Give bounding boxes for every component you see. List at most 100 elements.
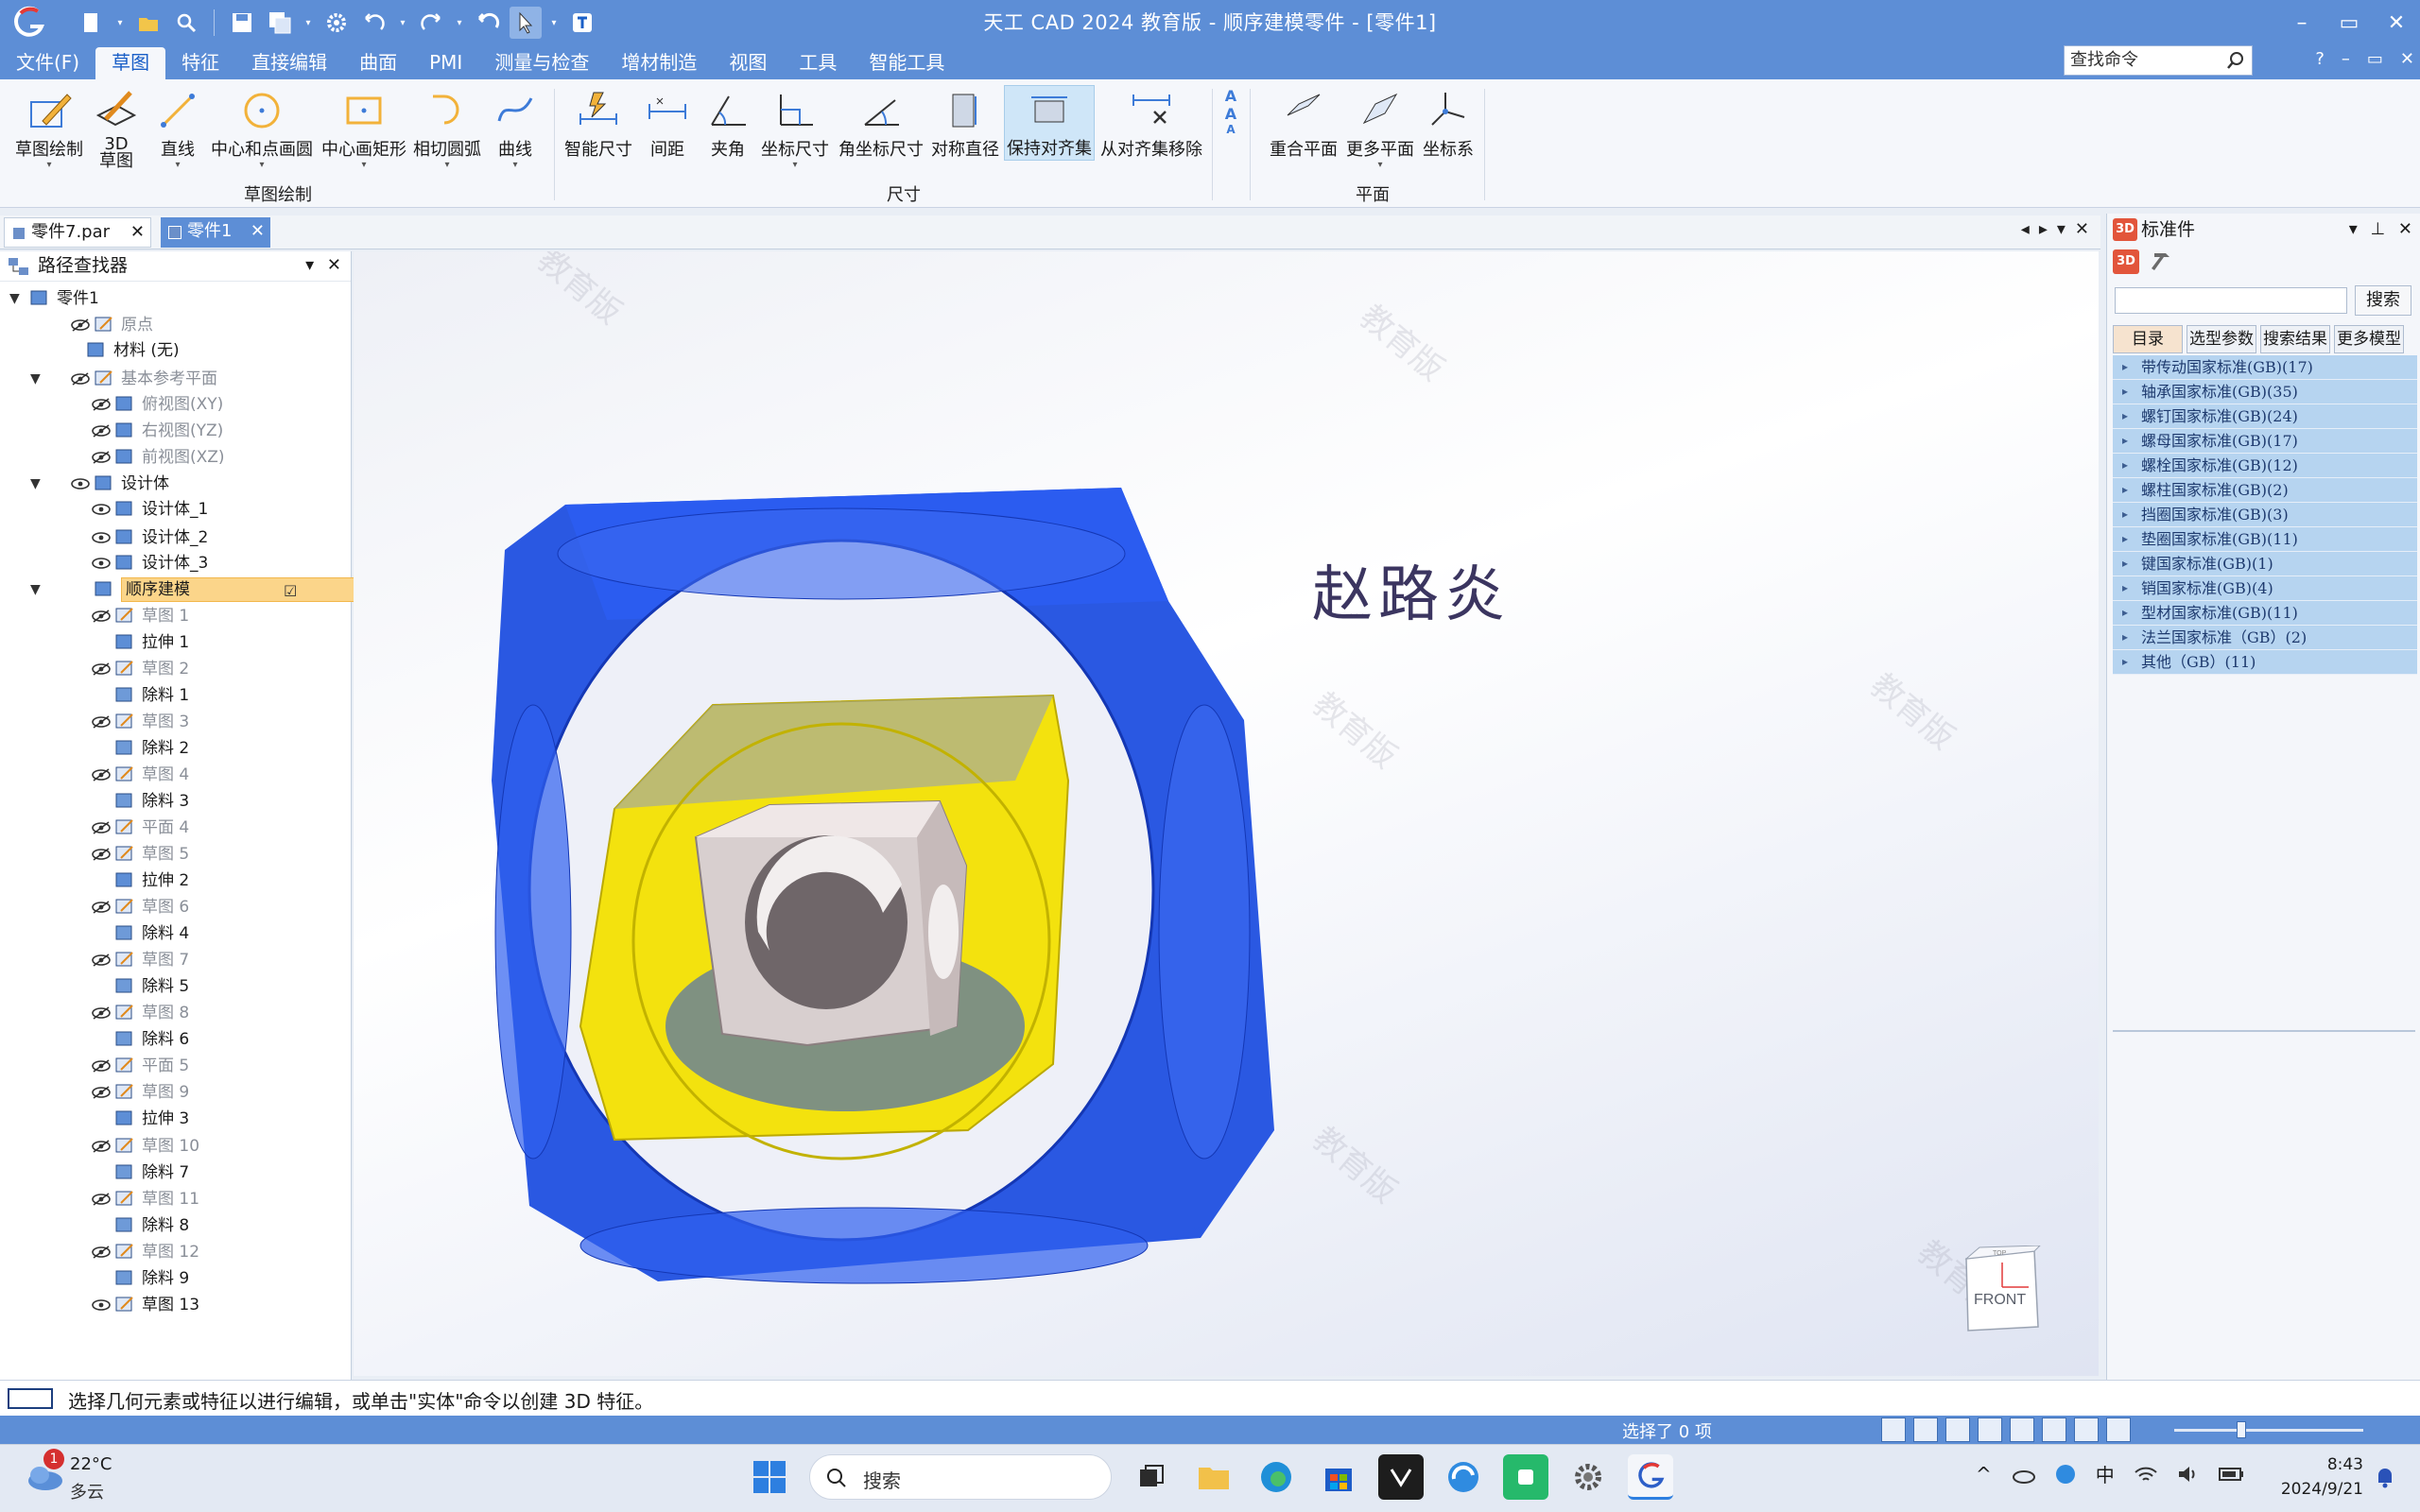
zoom-fit-icon[interactable] (1913, 1418, 1938, 1442)
menu-tab-sketch[interactable]: 草图 (95, 47, 166, 79)
doc-restore-button[interactable]: ▭ (2367, 49, 2383, 69)
edge-tray-icon[interactable] (2054, 1463, 2077, 1486)
tab-close-icon[interactable]: ✕ (130, 218, 145, 247)
tree-item[interactable]: 草图 9 (0, 1079, 350, 1106)
tree-item[interactable]: 拉伸 3 (0, 1106, 350, 1132)
tool-coordinate-dimension[interactable]: 坐标尺寸 ▾ (760, 87, 830, 170)
visibility-eye-icon[interactable] (91, 603, 112, 629)
expand-toggle-icon[interactable]: ▼ (30, 471, 43, 497)
tree-item[interactable]: 原点 (0, 312, 350, 338)
visibility-eye-icon[interactable] (91, 841, 112, 868)
help-button[interactable]: ? (2315, 49, 2325, 69)
tool-angle[interactable]: 夹角 (703, 87, 752, 161)
pane-options-icon[interactable]: ▾ (305, 255, 314, 275)
parts-search-button[interactable]: 搜索 (2355, 285, 2411, 316)
parts-search-input[interactable] (2115, 287, 2347, 314)
tab-close-icon[interactable]: ✕ (251, 217, 265, 246)
tree-item[interactable]: 前视图(XZ) (0, 444, 350, 471)
parts-tab-selection[interactable]: 选型参数 (2187, 325, 2256, 353)
onedrive-cloud-icon[interactable] (2011, 1465, 2035, 1484)
notification-bell-icon[interactable] (2375, 1466, 2395, 1488)
hammer-icon[interactable] (2149, 249, 2175, 274)
tool-symmetric-diameter[interactable]: 对称直径 (930, 87, 1000, 161)
doc-tab-part7[interactable]: 零件7.par ✕ (4, 217, 151, 248)
tree-item[interactable]: 设计体_2 (0, 524, 350, 551)
volume-icon[interactable] (2177, 1465, 2200, 1484)
parts-category-item[interactable]: 螺母国家标准(GB)(17) (2113, 429, 2417, 454)
tool-distance[interactable]: 间距 (643, 87, 692, 161)
shading-icon[interactable] (2106, 1418, 2131, 1442)
tree-item[interactable]: 草图 10 (0, 1133, 350, 1160)
app-icon-dark[interactable] (1378, 1454, 1424, 1500)
settings-icon[interactable] (1565, 1454, 1611, 1500)
edge-dev-icon[interactable] (1441, 1454, 1486, 1500)
tree-item[interactable]: ▼ 顺序建模 ☑ (0, 576, 376, 603)
visibility-eye-icon[interactable] (91, 524, 112, 551)
visibility-eye-icon[interactable] (91, 656, 112, 682)
tool-sketch-draw[interactable]: 草图绘制 ▾ (9, 87, 89, 170)
visibility-eye-icon[interactable] (91, 496, 112, 523)
visibility-eye-icon[interactable] (91, 762, 112, 788)
visibility-eye-icon[interactable] (91, 815, 112, 841)
tree-item[interactable]: ▼ 零件1 (0, 285, 350, 312)
pane-options-icon[interactable]: ▾ (2349, 219, 2358, 239)
tool-keep-alignment-set[interactable]: 保持对齐集 (1004, 85, 1095, 161)
tree-item[interactable]: 除料 9 (0, 1265, 350, 1292)
expand-toggle-icon[interactable]: ▼ (9, 285, 23, 312)
search-icon[interactable] (2225, 50, 2246, 71)
visibility-eye-icon[interactable] (91, 709, 112, 735)
expand-toggle-icon[interactable]: ▼ (30, 366, 43, 392)
menu-tab-measure[interactable]: 测量与检查 (478, 45, 605, 79)
tree-item[interactable]: 草图 4 (0, 762, 350, 788)
tool-more-planes[interactable]: 更多平面 ▾ (1344, 87, 1416, 170)
view-orient-icon[interactable] (2042, 1418, 2066, 1442)
menu-tab-tools[interactable]: 工具 (783, 45, 853, 79)
tree-item[interactable]: 草图 1 (0, 603, 350, 629)
maximize-button[interactable]: ▭ (2325, 0, 2373, 45)
menu-tab-view[interactable]: 视图 (713, 45, 783, 79)
tree-item[interactable]: 除料 3 (0, 788, 350, 815)
tool-circle-center-point[interactable]: 中心和点画圆 ▾ (210, 87, 314, 170)
menu-tab-additive[interactable]: 增材制造 (605, 45, 713, 79)
taskbar-clock[interactable]: 8:43 2024/9/21 (2278, 1452, 2363, 1502)
tree-item[interactable]: 平面 5 (0, 1053, 350, 1079)
tool-curve[interactable]: 曲线 ▾ (488, 87, 543, 170)
menu-file[interactable]: 文件(F) (0, 45, 95, 79)
tree-item[interactable]: 草图 2 (0, 656, 350, 682)
tool-smart-dimension[interactable]: 智能尺寸 (563, 87, 633, 161)
start-button[interactable] (747, 1454, 792, 1500)
parts-category-item[interactable]: 垫圈国家标准(GB)(11) (2113, 527, 2417, 552)
tool-line[interactable]: 直线 ▾ (151, 87, 204, 170)
visibility-eye-icon[interactable] (91, 894, 112, 920)
tree-item[interactable]: 除料 8 (0, 1212, 350, 1239)
visibility-eye-icon[interactable] (91, 947, 112, 973)
menu-tab-direct-edit[interactable]: 直接编辑 (235, 45, 343, 79)
menu-tab-feature[interactable]: 特征 (165, 45, 235, 79)
parts-tab-results[interactable]: 搜索结果 (2260, 325, 2330, 353)
parts-tab-catalog[interactable]: 目录 (2113, 325, 2183, 353)
visibility-eye-icon[interactable] (91, 550, 112, 576)
tree-item[interactable]: 除料 4 (0, 920, 350, 947)
tree-item[interactable]: 除料 7 (0, 1160, 350, 1186)
tree-item[interactable]: 设计体_3 (0, 550, 350, 576)
visibility-eye-icon[interactable] (91, 1186, 112, 1212)
visibility-eye-icon[interactable] (70, 312, 91, 338)
tree-item[interactable]: 除料 6 (0, 1026, 350, 1053)
tree-item[interactable]: 平面 4 (0, 815, 350, 841)
zoom-slider[interactable] (2174, 1421, 2363, 1438)
tab-next-icon[interactable]: ▸ (2039, 219, 2048, 239)
menu-tab-smart-tools[interactable]: 智能工具 (853, 45, 960, 79)
parts-category-item[interactable]: 法兰国家标准（GB）(2) (2113, 626, 2417, 650)
visibility-eye-icon[interactable] (91, 1079, 112, 1106)
tree-item[interactable]: ▼ 基本参考平面 (0, 366, 350, 392)
tab-list-icon[interactable]: ▾ (2057, 219, 2066, 239)
zoom-slider-handle[interactable] (2237, 1421, 2246, 1438)
wifi-icon[interactable] (2134, 1465, 2158, 1484)
visibility-eye-icon[interactable] (91, 1000, 112, 1026)
ime-indicator[interactable]: 中 (2096, 1460, 2115, 1487)
parts-category-item[interactable]: 其他（GB）(11) (2113, 650, 2417, 675)
tree-item[interactable]: 右视图(YZ) (0, 418, 350, 444)
tree-item[interactable]: 俯视图(XY) (0, 391, 350, 418)
pane-close-icon[interactable]: ✕ (2398, 219, 2412, 239)
parts-category-item[interactable]: 挡圈国家标准(GB)(3) (2113, 503, 2417, 527)
